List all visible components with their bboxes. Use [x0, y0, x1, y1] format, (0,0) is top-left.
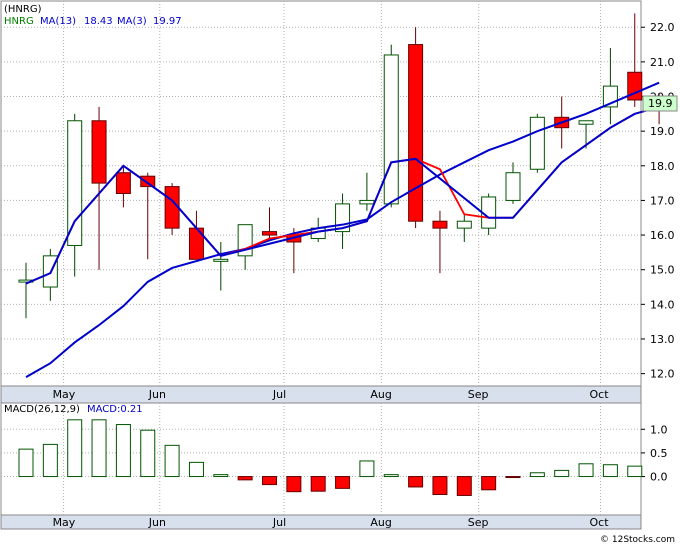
last-price-label: 19.9: [648, 97, 673, 110]
legend-ma3-value: 19.97: [153, 16, 182, 27]
macd-month-label: May: [53, 516, 76, 529]
macd-tick-label: 0.0: [650, 471, 668, 484]
macd-bar-negative: [505, 476, 521, 479]
macd-bar-negative: [237, 476, 253, 481]
candle-down: [140, 175, 156, 188]
legend-ma13-label: MA(13): [40, 16, 76, 27]
price-tick-label: 22.0: [650, 21, 675, 34]
macd-bar-positive: [213, 474, 229, 478]
macd-title: MACD(26,12,9): [4, 404, 80, 415]
macd-bar-positive: [602, 464, 618, 478]
price-tick-label: 18.0: [650, 160, 675, 173]
macd-bar-positive: [91, 419, 107, 478]
price-tick-label: 17.0: [650, 194, 675, 207]
price-tick-label: 15.0: [650, 264, 675, 277]
candle-down: [408, 44, 424, 222]
candle-down: [115, 172, 131, 195]
macd-month-label: Oct: [589, 516, 609, 529]
candle-up: [383, 54, 399, 205]
macd-bar-negative: [456, 476, 472, 496]
legend-ticker: HNRG: [4, 16, 34, 27]
macd-bar-positive: [188, 461, 204, 478]
price-tick-label: 21.0: [650, 56, 675, 69]
macd-bar-negative: [286, 476, 302, 493]
price-panel: [0, 0, 642, 387]
macd-bar-positive: [383, 474, 399, 478]
macd-bar-positive: [115, 424, 131, 478]
candle-up: [578, 120, 594, 125]
macd-bar-negative: [432, 476, 448, 496]
price-tick-label: 16.0: [650, 229, 675, 242]
macd-bar-positive: [627, 465, 643, 478]
candle-up: [213, 258, 229, 262]
macd-bar-positive: [42, 443, 58, 478]
macd-bar-positive: [359, 460, 375, 478]
legend-ma13-value: 18.43: [84, 16, 113, 27]
macd-bar-positive: [67, 419, 83, 478]
macd-bar-negative: [262, 476, 277, 486]
footer-copyright: © 12Stocks.com: [600, 535, 675, 545]
macd-bar-positive: [554, 469, 570, 478]
stock-chart: May Jun Jul Aug Sep Oct 12.0 13.0 14.0 15.0 16.0 1…: [0, 0, 678, 545]
price-tick-label: 19.0: [650, 125, 675, 138]
candle-up: [359, 199, 375, 205]
macd-xaxis-strip: [0, 514, 642, 530]
macd-month-label: Jun: [148, 516, 166, 529]
candle-up: [456, 220, 472, 229]
price-month-label: Sep: [468, 388, 489, 401]
macd-tick-label: 0.5: [650, 447, 668, 460]
price-xaxis-strip: [0, 385, 642, 404]
macd-bar-negative: [408, 476, 424, 488]
price-month-label: Oct: [589, 388, 609, 401]
macd-month-label: Jul: [272, 516, 286, 529]
macd-month-label: Sep: [468, 516, 489, 529]
price-month-label: May: [53, 388, 76, 401]
candle-down: [432, 220, 448, 229]
macd-bar-positive: [529, 472, 545, 478]
price-month-label: Aug: [370, 388, 391, 401]
macd-bar-positive: [164, 444, 180, 478]
macd-bar-negative: [335, 476, 351, 489]
legend-ma3-label: MA(3): [117, 16, 147, 27]
macd-bar-negative: [481, 476, 497, 491]
price-tick-label: 13.0: [650, 333, 675, 346]
macd-month-label: Aug: [370, 516, 391, 529]
price-month-label: Jul: [272, 388, 286, 401]
macd-y-ticks: 1.0 0.5 0.0: [641, 423, 668, 484]
macd-tick-label: 1.0: [650, 423, 668, 436]
macd-bar-negative: [310, 476, 326, 492]
macd-bar-positive: [140, 429, 156, 478]
candle-down: [91, 120, 107, 184]
candle-up: [529, 116, 545, 170]
candle-up: [505, 172, 521, 201]
price-month-label: Jun: [148, 388, 166, 401]
price-tick-label: 12.0: [650, 368, 675, 381]
candle-up: [67, 120, 83, 246]
macd-bar-positive: [18, 448, 34, 478]
candle-down: [262, 231, 277, 236]
macd-bar-positive: [578, 463, 594, 478]
chart-title: (HNRG): [4, 4, 42, 15]
macd-value-label: MACD:0.21: [87, 404, 143, 415]
price-tick-label: 14.0: [650, 298, 675, 311]
price-y-ticks: 12.013.014.015.016.017.018.019.020.021.0…: [641, 21, 675, 381]
